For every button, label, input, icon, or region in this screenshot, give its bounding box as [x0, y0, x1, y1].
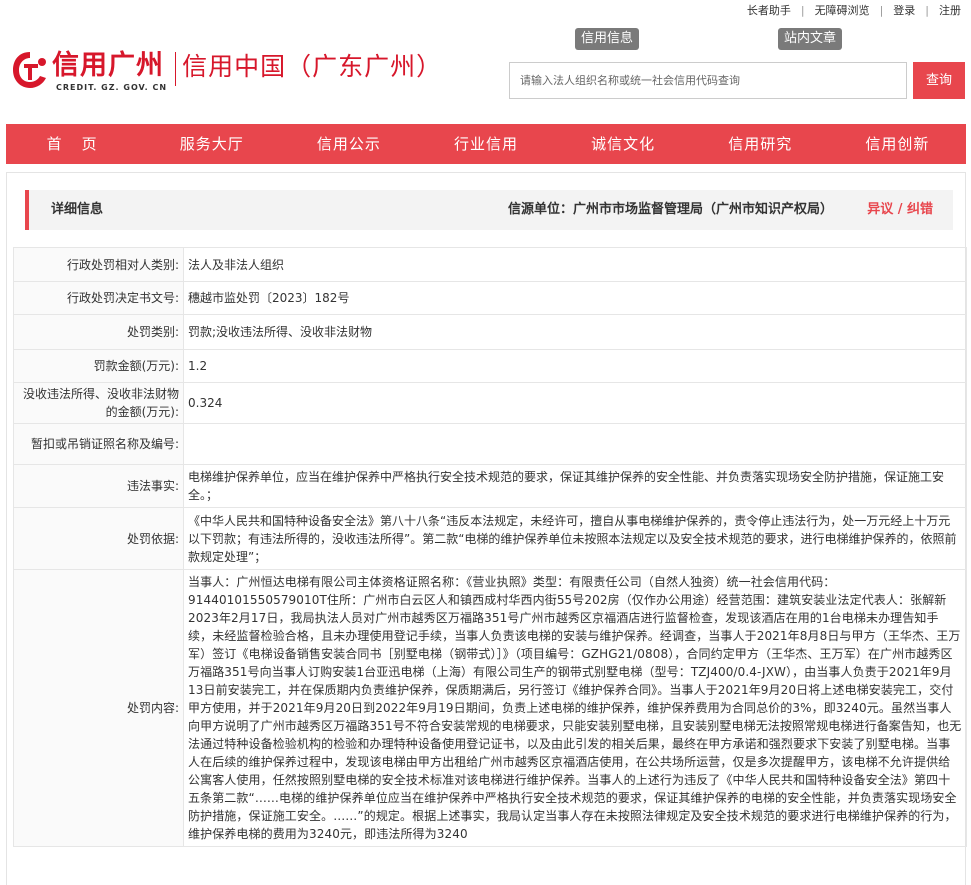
nav-item-integrity-culture[interactable]: 诚信文化 — [555, 124, 692, 164]
table-row: 处罚内容: 当事人：广州恒达电梯有限公司主体资格证照名称：《营业执照》类型：有限… — [13, 569, 967, 847]
table-row: 暂扣或吊销证照名称及编号: — [13, 423, 967, 465]
table-row: 处罚类别: 罚款;没收违法所得、没收非法财物 — [13, 314, 967, 350]
search-button[interactable]: 查询 — [913, 62, 965, 99]
field-label: 没收违法所得、没收非法财物的金额(万元): — [13, 382, 184, 424]
detail-card: 详细信息 信源单位：广州市市场监督管理局（广州市知识产权局） 异议 / 纠错 行… — [6, 172, 967, 885]
search-input[interactable]: 请输入法人组织名称或统一社会信用代码查询 — [509, 62, 907, 99]
table-row: 处罚依据: 《中华人民共和国特种设备安全法》第八十八条“违反本法规定，未经许可，… — [13, 507, 967, 570]
site-logo[interactable]: 信用广州 CREDIT. GZ. GOV. CN 信用中国（广东广州） — [10, 50, 442, 100]
detail-header: 详细信息 信源单位：广州市市场监督管理局（广州市知识产权局） 异议 / 纠错 — [25, 190, 953, 230]
field-value: 当事人：广州恒达电梯有限公司主体资格证照名称：《营业执照》类型：有限责任公司（自… — [183, 569, 967, 847]
table-row: 行政处罚决定书文号: 穗越市监处罚〔2023〕182号 — [13, 281, 967, 315]
field-value: 1.2 — [183, 349, 967, 383]
nav-item-credit-publicity[interactable]: 信用公示 — [280, 124, 417, 164]
field-label: 违法事实: — [13, 464, 184, 508]
table-row: 没收违法所得、没收非法财物的金额(万元): 0.324 — [13, 382, 967, 424]
field-label: 行政处罚决定书文号: — [13, 281, 184, 315]
field-value: 穗越市监处罚〔2023〕182号 — [183, 281, 967, 315]
top-utility-bar: 长者助手 | 无障碍浏览 | 登录 | 注册 — [737, 0, 971, 20]
logo-divider — [175, 52, 177, 86]
detail-title: 详细信息 — [51, 202, 104, 217]
field-value: 0.324 — [183, 382, 967, 424]
nav-item-home[interactable]: 首页 — [6, 124, 143, 164]
accessibility-link[interactable]: 无障碍浏览 — [805, 2, 880, 18]
field-label: 罚款金额(万元): — [13, 349, 184, 383]
field-value: 电梯维护保养单位，应当在维护保养中严格执行安全技术规范的要求，保证其维护保养的安… — [183, 464, 967, 508]
source-unit: 信源单位：广州市市场监督管理局（广州市知识产权局） — [507, 202, 833, 217]
login-link[interactable]: 登录 — [883, 2, 925, 18]
logo-url: CREDIT. GZ. GOV. CN — [56, 83, 168, 92]
nav-item-service-hall[interactable]: 服务大厅 — [143, 124, 280, 164]
elder-assistant-link[interactable]: 长者助手 — [737, 2, 801, 18]
credit-logo-icon — [10, 50, 50, 90]
objection-link[interactable]: 异议 / 纠错 — [867, 190, 933, 230]
nav-item-industry-credit[interactable]: 行业信用 — [417, 124, 554, 164]
search-tabs: 信用信息 站内文章 — [575, 28, 845, 50]
nav-item-credit-research[interactable]: 信用研究 — [692, 124, 829, 164]
field-label: 处罚依据: — [13, 507, 184, 570]
detail-table: 行政处罚相对人类别: 法人及非法人组织 行政处罚决定书文号: 穗越市监处罚〔20… — [13, 247, 967, 847]
logo-title: 信用广州 — [52, 50, 164, 81]
field-value — [183, 423, 967, 465]
register-link[interactable]: 注册 — [929, 2, 971, 18]
site-header: 信用广州 CREDIT. GZ. GOV. CN 信用中国（广东广州） 信用信息… — [0, 20, 971, 120]
field-label: 行政处罚相对人类别: — [13, 247, 184, 282]
table-row: 罚款金额(万元): 1.2 — [13, 349, 967, 383]
field-value: 《中华人民共和国特种设备安全法》第八十八条“违反本法规定，未经许可，擅自从事电梯… — [183, 507, 967, 570]
field-value: 法人及非法人组织 — [183, 247, 967, 282]
nav-item-credit-innovation[interactable]: 信用创新 — [829, 124, 966, 164]
main-nav: 首页 服务大厅 信用公示 行业信用 诚信文化 信用研究 信用创新 — [6, 124, 966, 164]
tab-credit-info[interactable]: 信用信息 — [575, 28, 640, 50]
table-row: 违法事实: 电梯维护保养单位，应当在维护保养中严格执行安全技术规范的要求，保证其… — [13, 464, 967, 508]
table-row: 行政处罚相对人类别: 法人及非法人组织 — [13, 247, 967, 282]
logo-text-block: 信用广州 CREDIT. GZ. GOV. CN — [52, 50, 167, 92]
field-label: 处罚内容: — [13, 569, 184, 847]
tab-site-articles[interactable]: 站内文章 — [778, 28, 843, 50]
field-value: 罚款;没收违法所得、没收非法财物 — [183, 314, 967, 350]
logo-subtitle: 信用中国（广东广州） — [182, 52, 443, 81]
field-label: 暂扣或吊销证照名称及编号: — [13, 423, 184, 465]
field-label: 处罚类别: — [13, 314, 184, 350]
